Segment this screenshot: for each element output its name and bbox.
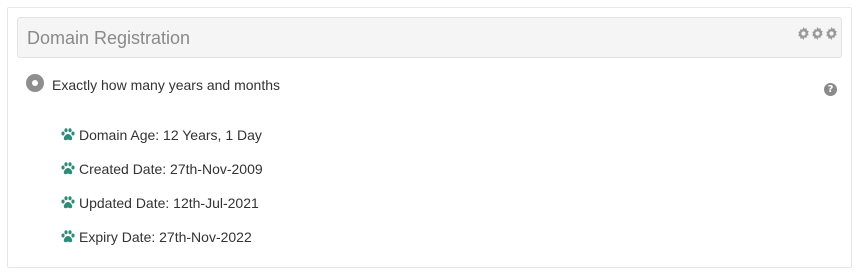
expiry-date-text: Expiry Date: 27th-Nov-2022 xyxy=(79,229,252,245)
paw-icon xyxy=(61,162,75,175)
gear-icon[interactable] xyxy=(797,27,810,40)
list-item-updated-date: Updated Date: 12th-Jul-2021 xyxy=(61,194,263,228)
question-text: Exactly how many years and months xyxy=(52,77,280,93)
list-item-domain-age: Domain Age: 12 Years, 1 Day xyxy=(61,126,263,160)
gear-icon[interactable] xyxy=(811,27,824,40)
domain-age-text: Domain Age: 12 Years, 1 Day xyxy=(79,127,262,143)
gear-icon[interactable] xyxy=(825,27,838,40)
created-date-text: Created Date: 27th-Nov-2009 xyxy=(79,161,263,177)
paw-icon xyxy=(61,230,75,243)
list-item-expiry-date: Expiry Date: 27th-Nov-2022 xyxy=(61,228,263,262)
registration-details-list: Domain Age: 12 Years, 1 Day Created Date… xyxy=(61,126,263,262)
panel-title: Domain Registration xyxy=(27,28,191,48)
question-row: Exactly how many years and months xyxy=(26,74,280,94)
panel-header: Domain Registration xyxy=(17,17,842,58)
panel-settings xyxy=(797,27,838,40)
radio-bullet-icon xyxy=(26,74,44,92)
question-circle-icon[interactable]: ? xyxy=(824,83,837,96)
paw-icon xyxy=(61,196,75,209)
domain-registration-panel: Domain Registration Exactly how many yea… xyxy=(7,7,852,268)
list-item-created-date: Created Date: 27th-Nov-2009 xyxy=(61,160,263,194)
paw-icon xyxy=(61,128,75,141)
updated-date-text: Updated Date: 12th-Jul-2021 xyxy=(79,195,259,211)
